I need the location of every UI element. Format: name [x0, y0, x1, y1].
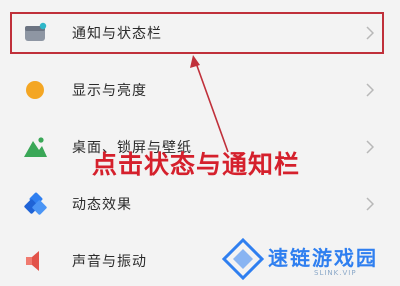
annotation-text: 点击状态与通知栏 [92, 150, 301, 179]
watermark-brand: 速链游戏园 [268, 246, 378, 270]
watermark-sub: SLINK.VIP [314, 269, 357, 277]
watermark-logo-icon [222, 238, 264, 280]
watermark: 速链游戏园 SLINK.VIP [222, 236, 392, 284]
